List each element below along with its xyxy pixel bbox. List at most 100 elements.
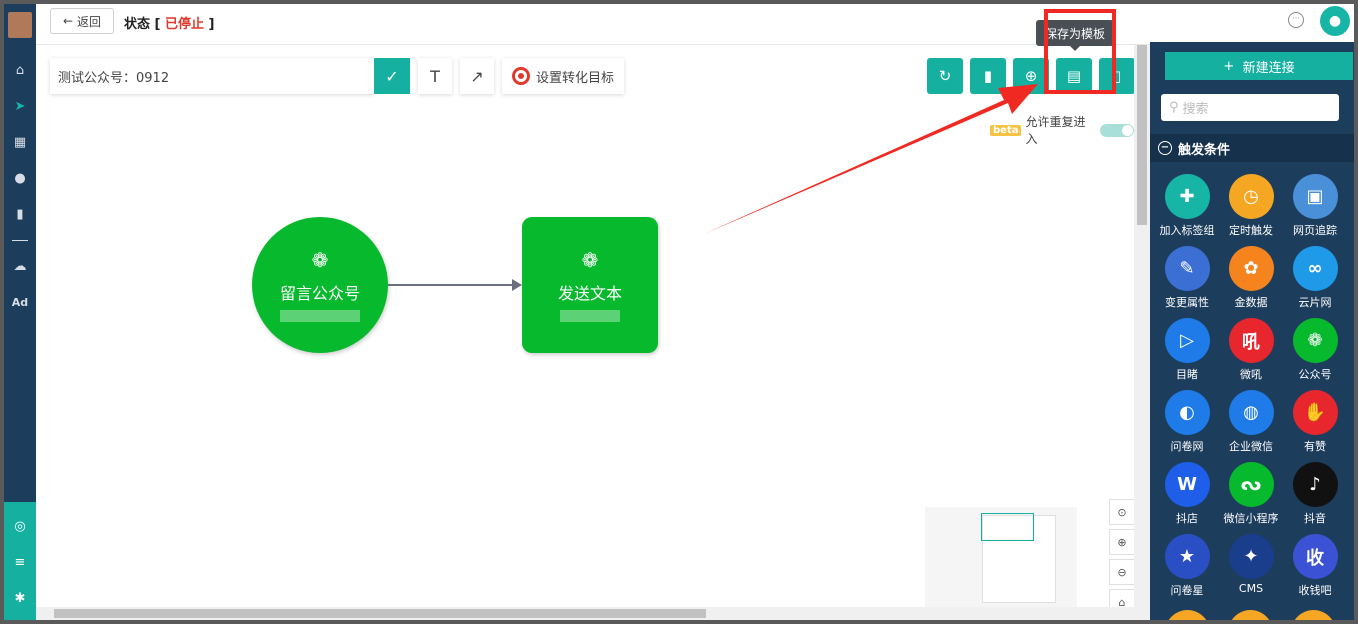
trigger-tile[interactable]: ✿ 金数据 — [1219, 246, 1283, 316]
trigger-tile[interactable]: ✎ 变更属性 — [1155, 246, 1219, 316]
trigger-tile[interactable]: ❁ 公众号 — [1283, 318, 1347, 388]
app-window: ⌂ ➤ ▦ ● ▮ ☁ Ad ◎ ≡ ✱ ← 返回 状态 [ 已停止 ] ···… — [4, 4, 1354, 620]
trigger-tile[interactable]: ᔓ 微信小程序 — [1219, 462, 1283, 532]
locate-icon[interactable]: ⊙ — [1109, 499, 1135, 525]
wechat-nav-icon[interactable]: ☁ — [4, 252, 36, 280]
journey-name-field[interactable]: 测试公众号：0912 — [50, 58, 374, 94]
play-icon: ▷ — [1164, 318, 1210, 363]
shouqianba-icon: 收 — [1292, 534, 1338, 579]
trigger-tile-label: 企业微信 — [1229, 440, 1273, 453]
gear-icon[interactable]: ✱ — [4, 584, 36, 612]
server-icon[interactable]: ≡ — [4, 548, 36, 576]
wechat-icon: ❁ — [581, 248, 599, 272]
trigger-tile[interactable]: ★ 问卷星 — [1155, 534, 1219, 604]
zoom-out-icon[interactable]: ⊖ — [1109, 559, 1135, 585]
trigger-tile-label: 有赞 — [1304, 440, 1326, 453]
search-input[interactable]: ⚲ 搜索 — [1161, 94, 1339, 121]
send-icon[interactable]: ➤ — [4, 92, 36, 120]
trigger-tile[interactable]: W 抖店 — [1155, 462, 1219, 532]
minimap-viewport[interactable] — [981, 513, 1034, 541]
trigger-tile[interactable]: ◷ 定时触发 — [1219, 174, 1283, 244]
horizontal-scrollbar[interactable] — [36, 607, 1134, 620]
trigger-tile[interactable]: ✦ CMS — [1219, 534, 1283, 604]
flow-connector — [388, 279, 522, 291]
status-label: 状态 [ — [124, 17, 161, 32]
user-icon[interactable]: ● — [4, 164, 36, 192]
message-icon[interactable]: ··· — [1288, 12, 1304, 28]
trigger-node-label: 留言公众号 — [279, 284, 360, 303]
bar-chart-icon[interactable]: ▮ — [4, 200, 36, 228]
refresh-button[interactable]: ↻ — [927, 58, 963, 94]
cms-icon: ✦ — [1228, 534, 1274, 579]
refresh-icon: ↻ — [938, 67, 952, 85]
trigger-tile[interactable]: ♪ 抖音 — [1283, 462, 1347, 532]
highlight-box — [1044, 9, 1116, 94]
redacted-text — [280, 310, 360, 322]
zoom-in-icon[interactable]: ⊕ — [1109, 529, 1135, 555]
set-goal-button[interactable]: 设置转化目标 — [502, 58, 625, 94]
douyin-icon: ♪ — [1292, 462, 1338, 507]
trigger-tile-label: CMS — [1238, 582, 1264, 595]
left-nav: ⌂ ➤ ▦ ● ▮ ☁ Ad ◎ ≡ ✱ — [4, 4, 36, 620]
trigger-tile[interactable]: 收收钱吧 — [1283, 534, 1347, 604]
allow-repeat-label: 允许重复进入 — [1025, 115, 1086, 146]
target-icon[interactable]: ◎ — [4, 512, 36, 540]
allow-repeat-toggle[interactable] — [1100, 123, 1134, 137]
home-icon[interactable]: ⌂ — [4, 56, 36, 84]
trigger-tile[interactable]: ◍ 企业微信 — [1219, 390, 1283, 460]
clock-icon: ◷ — [1228, 174, 1274, 219]
copy-button[interactable]: ▮ — [970, 58, 1006, 94]
trigger-tile[interactable]: ∞ 云片网 — [1283, 246, 1347, 316]
trigger-tile[interactable]: ◐ 问卷网 — [1155, 390, 1219, 460]
ad-icon[interactable]: Ad — [4, 288, 36, 316]
doudian-icon: W — [1164, 462, 1210, 507]
wecom-icon: ◍ — [1228, 390, 1274, 435]
nav-divider — [12, 240, 28, 241]
component-panel: + 新建连接 ⚲ 搜索 − 触发条件 ✚ 加入标签组 ◷ 定时触发 ▣ 网页追踪 ✎ 变更属性… — [1150, 42, 1354, 620]
user-add-icon: ✚ — [1164, 174, 1210, 219]
scroll-thumb[interactable] — [54, 609, 706, 618]
partial-tile — [1165, 610, 1210, 620]
trigger-tile-label: 问卷星 — [1170, 584, 1204, 597]
goal-label: 设置转化目标 — [536, 70, 615, 86]
partial-tile — [1228, 610, 1273, 620]
back-button[interactable]: ← 返回 — [50, 8, 114, 34]
target-goal-icon — [512, 67, 530, 85]
allow-repeat-row: beta 允许重复进入 — [990, 113, 1134, 147]
trigger-tile[interactable]: 吼微吼 — [1219, 318, 1283, 388]
trigger-tile-label: 微信小程序 — [1223, 512, 1279, 525]
flow-canvas[interactable]: 测试公众号：0912 ✓ T ↗ 设置转化目标 ↻ ▮ ⊕ ▤ ▯ 保存为模板 … — [36, 20, 1135, 620]
arrow-tool-button[interactable]: ↗ — [460, 58, 494, 94]
confirm-button[interactable]: ✓ — [374, 58, 410, 94]
text-tool-button[interactable]: T — [418, 58, 452, 94]
trigger-tile[interactable]: ▷ 目睹 — [1155, 318, 1219, 388]
star-icon: ★ — [1164, 534, 1210, 579]
vertical-scrollbar[interactable] — [1134, 45, 1150, 620]
layout-icon[interactable]: ▦ — [4, 128, 36, 156]
scroll-thumb[interactable] — [1137, 45, 1147, 225]
logo — [8, 12, 32, 38]
trigger-section-header[interactable]: − 触发条件 — [1150, 134, 1354, 162]
search-placeholder: 搜索 — [1182, 102, 1209, 117]
journey-name: 测试公众号：0912 — [58, 70, 170, 86]
webpage-icon: ▣ — [1292, 174, 1338, 219]
minimap[interactable] — [925, 507, 1077, 615]
new-connection-button[interactable]: + 新建连接 — [1165, 52, 1353, 80]
trigger-tile[interactable]: ✚ 加入标签组 — [1155, 174, 1219, 244]
trigger-tile-label: 网页追踪 — [1293, 224, 1337, 237]
action-node[interactable]: ❁ 发送文本 — [522, 217, 658, 353]
trigger-tile-label: 抖音 — [1304, 512, 1326, 525]
trigger-tile-label: 目睹 — [1176, 368, 1198, 381]
trigger-node[interactable]: ❁ 留言公众号 — [252, 217, 388, 353]
miniprogram-icon: ᔓ — [1228, 462, 1274, 507]
trigger-tile[interactable]: ▣ 网页追踪 — [1283, 174, 1347, 244]
trigger-tile-label: 微吼 — [1240, 368, 1262, 381]
trigger-grid: ✚ 加入标签组 ◷ 定时触发 ▣ 网页追踪 ✎ 变更属性 ✿ 金数据 ∞ 云片网 ▷ 目睹 吼微吼 ❁ 公众号 ◐… — [1155, 174, 1351, 604]
trigger-tile-label: 金数据 — [1234, 296, 1268, 309]
avatar[interactable]: ● — [1320, 6, 1350, 36]
trigger-tile[interactable]: ✋ 有赞 — [1283, 390, 1347, 460]
text-icon: T — [430, 66, 440, 86]
arrow-left-icon: ← — [62, 14, 74, 28]
redacted-text — [560, 310, 620, 322]
collapse-icon: − — [1158, 141, 1172, 155]
